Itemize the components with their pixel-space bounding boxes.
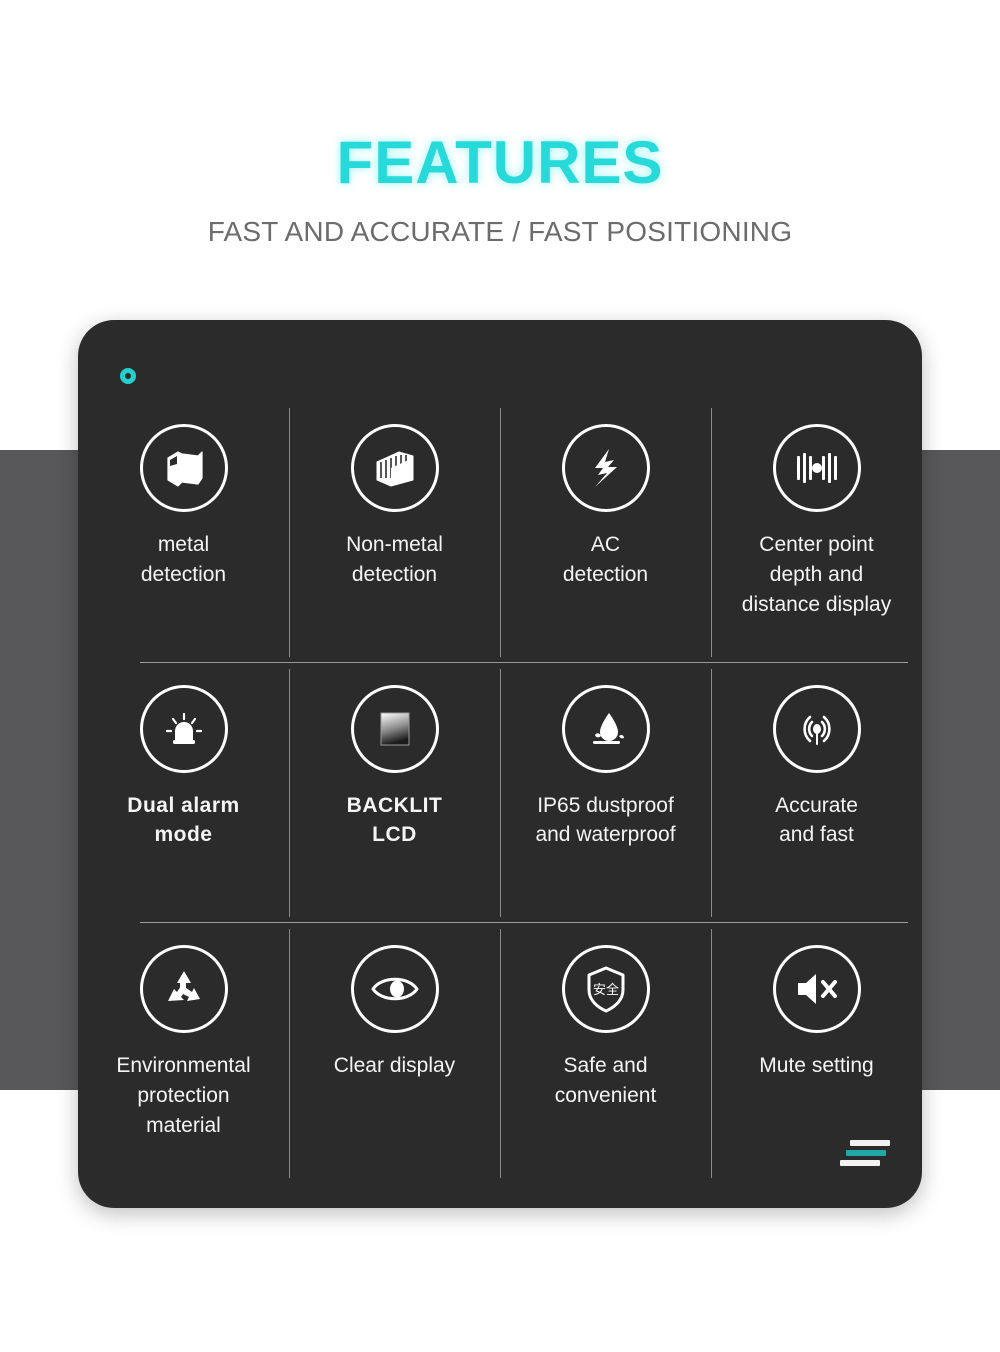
page-title: FEATURES [336, 129, 664, 196]
feature-label: BACKLIT LCD [346, 793, 443, 847]
shield-safety-icon: 安全 [561, 945, 650, 1034]
ring-icon [120, 368, 136, 384]
feature-cell-environmental[interactable]: Environmental protection material [78, 923, 289, 1184]
shield-icon-text: 安全 [592, 982, 618, 998]
feature-cell-center-point[interactable]: Center point depth and distance display [711, 402, 922, 663]
feature-cell-safe-convenient[interactable]: 安全 Safe and convenient [500, 923, 711, 1184]
feature-grid: metal detection Non-metal detection AC d… [78, 402, 922, 1184]
feature-label: Accurate and fast [775, 793, 858, 847]
radar-target-icon [772, 684, 861, 773]
feature-label: metal detection [140, 533, 227, 586]
feature-cell-ip65[interactable]: IP65 dustproof and waterproof [500, 663, 711, 924]
recycle-icon [139, 945, 228, 1034]
feature-label: AC detection [562, 533, 649, 586]
feature-cell-dual-alarm[interactable]: Dual alarm mode [78, 663, 289, 924]
feature-cell-metal-detection[interactable]: metal detection [78, 402, 289, 663]
feature-cell-ac-detection[interactable]: AC detection [500, 402, 711, 663]
alarm-siren-icon [139, 684, 228, 773]
mute-speaker-icon [772, 945, 861, 1034]
feature-label: Mute setting [759, 1054, 874, 1078]
header: FEATURES FAST AND ACCURATE / FAST POSITI… [0, 0, 1000, 248]
feature-label: Environmental protection material [116, 1054, 251, 1137]
layered-board-icon [350, 424, 439, 512]
feature-cell-accurate-fast[interactable]: Accurate and fast [711, 663, 922, 924]
feature-label: Dual alarm mode [127, 793, 240, 847]
feature-cell-clear-display[interactable]: Clear display [289, 923, 500, 1184]
feature-label: Safe and convenient [554, 1054, 657, 1108]
eye-icon [350, 945, 439, 1034]
feature-cell-mute-setting[interactable]: Mute setting [711, 923, 922, 1184]
center-point-scale-icon [772, 424, 861, 512]
feature-label: Non-metal detection [346, 533, 443, 586]
lcd-screen-icon [350, 684, 439, 773]
feature-cell-non-metal-detection[interactable]: Non-metal detection [289, 402, 500, 663]
feature-card: metal detection Non-metal detection AC d… [78, 320, 922, 1208]
i-beam-metal-icon [139, 424, 228, 512]
lightning-bolt-icon [561, 424, 650, 512]
feature-label: Center point depth and distance display [741, 533, 892, 616]
feature-label: IP65 dustproof and waterproof [535, 793, 676, 847]
water-drop-splash-icon [561, 684, 650, 773]
feature-label: Clear display [333, 1054, 456, 1078]
feature-cell-backlit-lcd[interactable]: BACKLIT LCD [289, 663, 500, 924]
page-subtitle: FAST AND ACCURATE / FAST POSITIONING [207, 216, 793, 247]
